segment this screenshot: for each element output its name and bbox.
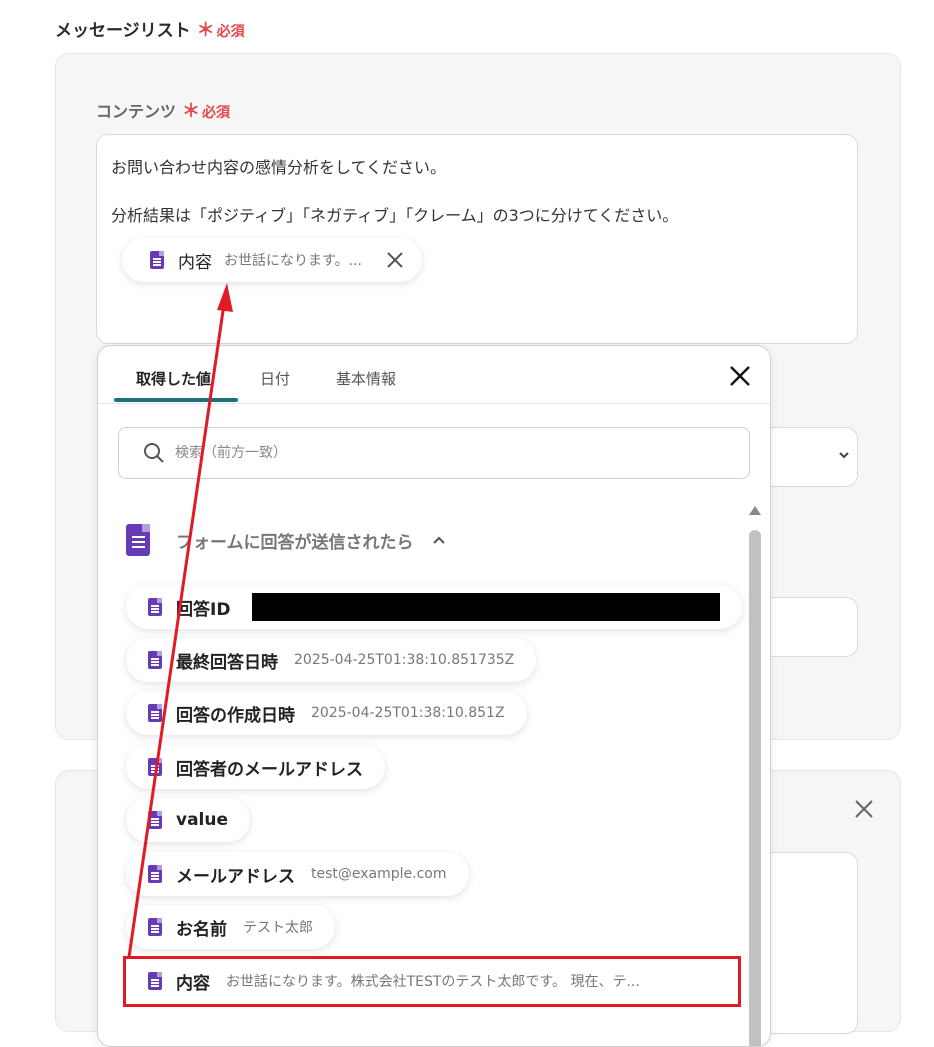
chip-value: 2025-04-25T01:38:10.851735Z: [294, 652, 515, 668]
form-icon: [148, 651, 162, 669]
tab-date[interactable]: 日付: [260, 368, 290, 389]
search-box[interactable]: [118, 427, 750, 479]
form-icon: [148, 865, 162, 883]
chevron-up-icon[interactable]: [432, 533, 446, 547]
tab-acquired-values[interactable]: 取得した値: [136, 368, 211, 389]
chip-value: お世話になります。...: [224, 253, 362, 269]
chip-label: お名前: [176, 919, 227, 940]
message-list-label-text: メッセージリスト: [55, 21, 191, 41]
message-list-label: メッセージリスト＊必須: [55, 16, 245, 42]
value-chip-respondent-email[interactable]: 回答者のメールアドレス: [126, 745, 385, 789]
chip-label: メールアドレス: [176, 866, 295, 887]
remove-chip-icon[interactable]: [386, 251, 404, 269]
required-text: 必須: [202, 105, 231, 121]
required-mark: ＊: [182, 101, 201, 122]
value-chip-last-response-time[interactable]: 最終回答日時 2025-04-25T01:38:10.851735Z: [126, 638, 537, 682]
group-title: フォームに回答が送信されたら: [176, 532, 414, 553]
search-icon: [144, 443, 164, 463]
form-icon: [148, 918, 162, 936]
chip-value: 2025-04-25T01:38:10.851Z: [311, 705, 505, 721]
active-tab-indicator: [114, 398, 238, 402]
chip-label: value: [176, 810, 229, 830]
chip-label: 回答者のメールアドレス: [176, 759, 363, 780]
content-text-line-1: お問い合わせ内容の感情分析をしてください。: [111, 158, 447, 177]
inserted-variable-chip[interactable]: 内容 お世話になります。...: [122, 238, 422, 282]
scrollbar[interactable]: [748, 506, 762, 1046]
chevron-down-icon[interactable]: [837, 448, 851, 462]
value-chip-value[interactable]: value: [126, 798, 251, 842]
chip-label: 回答ID: [176, 599, 231, 620]
chip-value: テスト太郎: [243, 920, 313, 936]
chip-value: test@example.com: [311, 866, 447, 882]
form-icon: [148, 704, 162, 722]
content-text-line-2: 分析結果は「ポジティブ」「ネガティブ」「クレーム」の3つに分けてください。: [111, 206, 679, 225]
value-chip-name[interactable]: お名前 テスト太郎: [126, 905, 335, 949]
group-header[interactable]: フォームに回答が送信されたら: [126, 524, 446, 556]
google-forms-icon: [126, 524, 150, 556]
form-icon: [148, 811, 162, 829]
close-icon[interactable]: [726, 362, 754, 390]
tab-basic-info[interactable]: 基本情報: [336, 368, 396, 389]
scroll-thumb[interactable]: [749, 530, 761, 1046]
content-label-text: コンテンツ: [96, 102, 177, 121]
tab-divider: [98, 403, 770, 404]
form-icon: [150, 251, 164, 269]
scroll-up-arrow[interactable]: [749, 506, 761, 515]
highlight-box: [123, 956, 741, 1007]
content-label: コンテンツ ＊必須: [96, 97, 230, 123]
search-input[interactable]: [173, 444, 677, 462]
close-icon[interactable]: [851, 796, 877, 822]
chip-label: 最終回答日時: [176, 652, 278, 673]
required-mark: ＊: [196, 20, 215, 41]
value-chip-response-id[interactable]: 回答ID: [126, 585, 742, 629]
redacted-value: [252, 593, 720, 621]
value-chip-email[interactable]: メールアドレス test@example.com: [126, 852, 469, 896]
value-chip-created-time[interactable]: 回答の作成日時 2025-04-25T01:38:10.851Z: [126, 691, 527, 735]
text-field[interactable]: [760, 597, 858, 657]
form-icon: [148, 598, 162, 616]
chip-label: 回答の作成日時: [176, 705, 295, 726]
form-icon: [148, 758, 162, 776]
text-area-2[interactable]: [760, 852, 858, 1034]
required-text: 必須: [216, 24, 245, 40]
chip-label: 内容: [178, 252, 212, 273]
